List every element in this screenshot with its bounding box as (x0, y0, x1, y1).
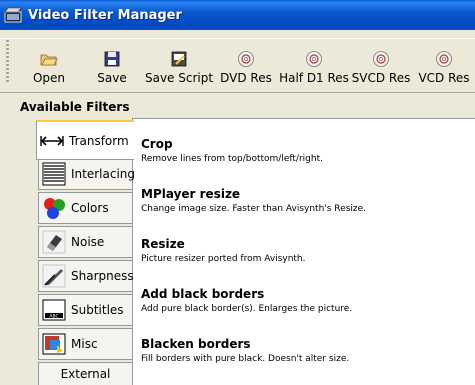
filter-name: Crop (141, 137, 173, 151)
disc-icon (238, 51, 254, 67)
filter-item-crop[interactable]: Crop Remove lines from top/bottom/left/r… (141, 137, 323, 164)
toolbar: Open Save Save Script DVD Res Half D1 Re… (0, 30, 475, 94)
window-title: Video Filter Manager (28, 7, 182, 23)
disc-icon (373, 51, 389, 67)
eraser-icon (42, 230, 66, 254)
filter-description: Fill borders with pure black. Doesn't al… (141, 354, 350, 364)
open-label: Open (32, 71, 66, 85)
vcd-res-label: VCD Res (418, 71, 470, 85)
tab-label: Colors (71, 201, 109, 215)
dvd-res-label: DVD Res (220, 71, 272, 85)
half-d1-res-label: Half D1 Res (279, 71, 349, 85)
tab-misc[interactable]: Misc (38, 328, 132, 360)
disc-icon (436, 51, 452, 67)
misc-picture-icon (42, 333, 66, 355)
filter-item-add-black-borders[interactable]: Add black borders Add pure black border(… (141, 287, 352, 314)
svcd-res-label: SVCD Res (351, 71, 411, 85)
tab-label: Subtitles (71, 303, 124, 317)
filter-description: Change image size. Faster than Avisynth'… (141, 204, 367, 214)
tab-sharpness[interactable]: Sharpness (38, 260, 134, 292)
knife-icon (42, 264, 66, 288)
save-label: Save (97, 71, 127, 85)
tab-external[interactable]: External (38, 362, 132, 385)
transform-arrows-icon (40, 135, 64, 146)
tab-label: Noise (71, 235, 105, 249)
save-button[interactable]: Save (96, 38, 128, 88)
toolbar-bottom-rule (0, 92, 475, 93)
folder-open-icon (40, 54, 58, 66)
filter-name: Resize (141, 237, 185, 251)
tab-noise[interactable]: Noise (38, 226, 132, 258)
filter-category-tabs: Transform Interlacing Colors Noise Sharp… (0, 118, 136, 385)
vcd-res-button[interactable]: VCD Res (418, 38, 470, 88)
color-balls-icon (44, 198, 65, 219)
filter-description: Picture resizer ported from Avisynth. (141, 254, 306, 264)
toolbar-grip[interactable] (6, 40, 9, 82)
save-script-label: Save Script (144, 71, 214, 85)
svcd-res-button[interactable]: SVCD Res (352, 38, 410, 88)
film-clapper-icon (4, 7, 22, 23)
tab-interlacing[interactable]: Interlacing (38, 158, 136, 190)
filter-item-resize[interactable]: Resize Picture resizer ported from Avisy… (141, 237, 306, 264)
tab-colors[interactable]: Colors (38, 192, 132, 224)
half-d1-res-button[interactable]: Half D1 Res (279, 38, 349, 88)
open-button[interactable]: Open (30, 38, 68, 88)
tab-label: Transform (69, 133, 129, 148)
tab-label: Interlacing (71, 167, 136, 181)
filter-item-blacken-borders[interactable]: Blacken borders Fill borders with pure b… (141, 337, 349, 364)
disc-icon (306, 51, 322, 67)
interlace-lines-icon (42, 162, 66, 186)
filter-name: MPlayer resize (141, 187, 241, 201)
tab-transform[interactable]: Transform (36, 120, 134, 160)
filter-name: Blacken borders (141, 337, 251, 351)
script-icon (171, 51, 187, 67)
tab-label: Sharpness (71, 269, 134, 283)
filter-list-panel: Crop Remove lines from top/bottom/left/r… (132, 118, 475, 385)
subtitle-box-icon: ABC (42, 299, 66, 321)
dvd-res-button[interactable]: DVD Res (220, 38, 272, 88)
filter-name: Add black borders (141, 287, 265, 301)
filter-description: Add pure black border(s). Enlarges the p… (141, 304, 353, 314)
floppy-disk-icon (104, 51, 120, 67)
filter-description: Remove lines from top/bottom/left/right. (141, 154, 323, 164)
save-script-button[interactable]: Save Script (144, 38, 214, 88)
svg-text:ABC: ABC (49, 313, 58, 319)
tab-label: Misc (71, 337, 98, 351)
tab-label: External (60, 367, 111, 381)
title-bar[interactable]: Video Filter Manager (0, 0, 475, 30)
filter-item-mplayer-resize[interactable]: MPlayer resize Change image size. Faster… (141, 187, 366, 214)
available-filters-label: Available Filters (20, 100, 130, 114)
tab-subtitles[interactable]: ABC Subtitles (38, 294, 132, 326)
